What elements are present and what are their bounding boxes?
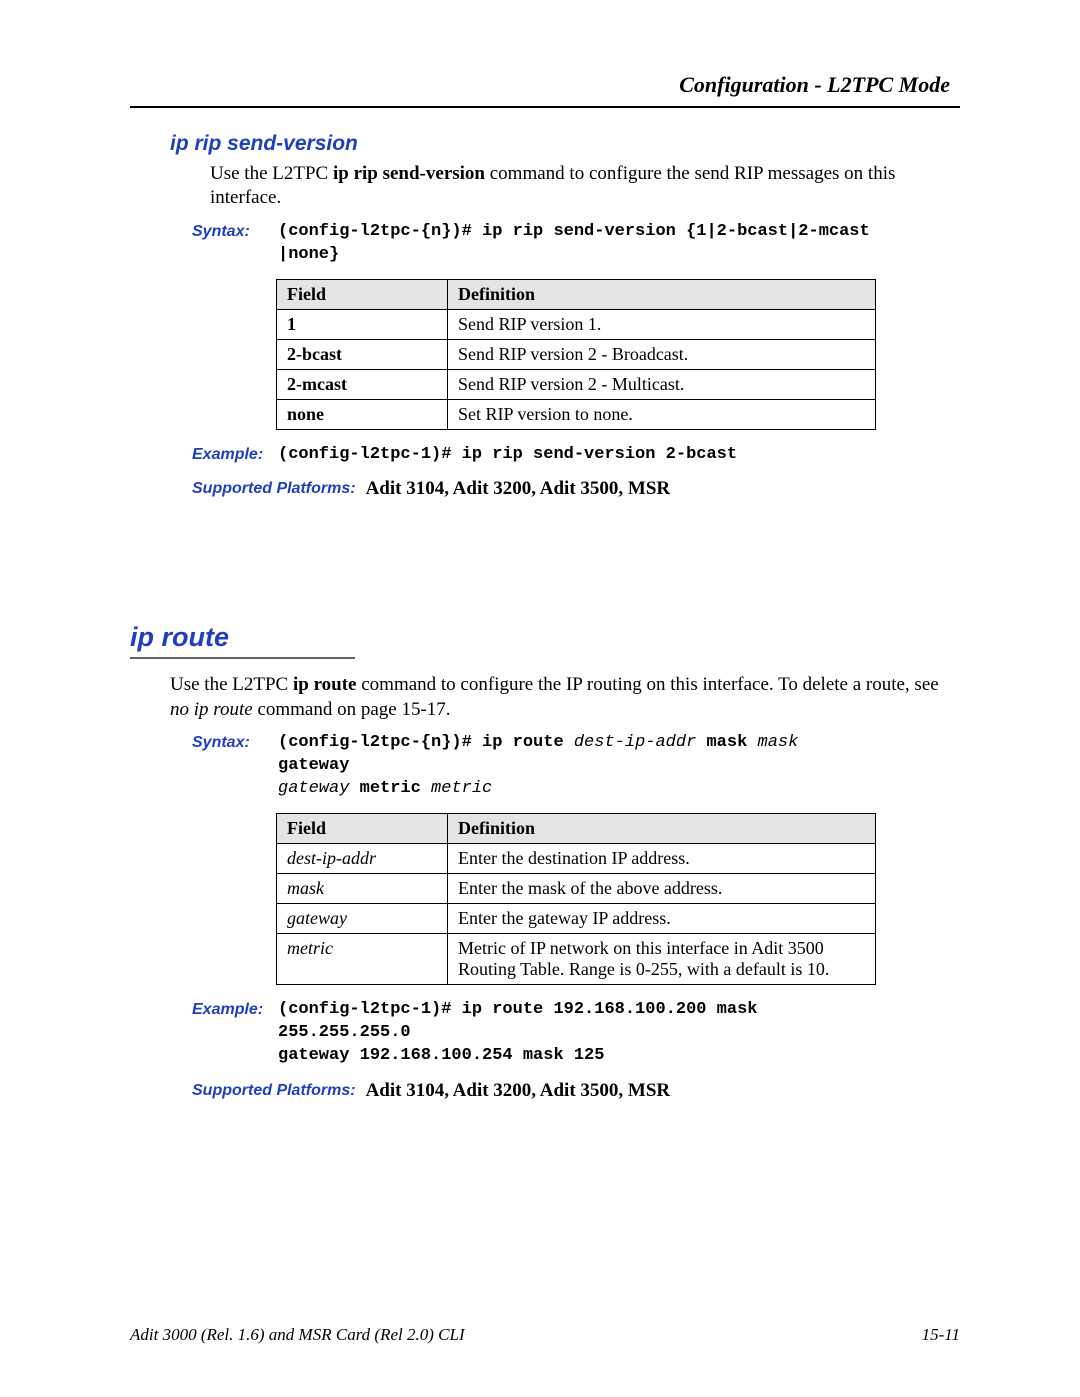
table-row: dest-ip-addr Enter the destination IP ad… — [277, 843, 876, 873]
platforms-value: Adit 3104, Adit 3200, Adit 3500, MSR — [366, 1080, 671, 1101]
cell-field: 2-bcast — [277, 339, 448, 369]
intro-prefix: Use the L2TPC — [170, 674, 293, 695]
cell-field: mask — [277, 873, 448, 903]
intro-command: ip rip send-version — [333, 163, 485, 184]
th-definition: Definition — [448, 813, 876, 843]
cell-def: Send RIP version 2 - Broadcast. — [448, 339, 876, 369]
cell-def: Set RIP version to none. — [448, 399, 876, 429]
syntax-value-2: (config-l2tpc-{n})# ip route dest-ip-add… — [278, 732, 878, 801]
page-footer: Adit 3000 (Rel. 1.6) and MSR Card (Rel 2… — [130, 1325, 960, 1345]
syntax-label: Syntax: — [192, 732, 274, 752]
example-label: Example: — [192, 444, 274, 464]
cell-def: Enter the destination IP address. — [448, 843, 876, 873]
syntax-line1: (config-l2tpc-{n})# ip rip send-version … — [278, 222, 870, 241]
example-value: (config-l2tpc-1)# ip rip send-version 2-… — [278, 444, 878, 467]
syntax-label: Syntax: — [192, 221, 274, 241]
cell-def: Enter the mask of the above address. — [448, 873, 876, 903]
intro-suffix: command on page 15-17. — [253, 699, 451, 720]
syntax-row-2: Syntax: (config-l2tpc-{n})# ip route des… — [192, 732, 960, 801]
header-rule — [130, 106, 960, 108]
s2p4: metric — [349, 779, 431, 798]
cell-field: 2-mcast — [277, 369, 448, 399]
table-row: 1 Send RIP version 1. — [277, 309, 876, 339]
th-field: Field — [277, 279, 448, 309]
ex2-l1: (config-l2tpc-1)# ip route 192.168.100.2… — [278, 1000, 768, 1042]
intro-mid: command to configure the IP routing on t… — [356, 674, 938, 695]
cell-field: none — [277, 399, 448, 429]
ex2-l2: gateway 192.168.100.254 mask 125 — [278, 1046, 604, 1065]
table-row: 2-mcast Send RIP version 2 - Multicast. — [277, 369, 876, 399]
s2p2: mask — [696, 733, 757, 752]
s2a4: metric — [431, 779, 492, 798]
example-row: Example: (config-l2tpc-1)# ip rip send-v… — [192, 444, 960, 467]
cell-field: gateway — [277, 903, 448, 933]
syntax-row: Syntax: (config-l2tpc-{n})# ip rip send-… — [192, 221, 960, 267]
platforms-value: Adit 3104, Adit 3200, Adit 3500, MSR — [366, 478, 671, 499]
cell-field: dest-ip-addr — [277, 843, 448, 873]
chapter-header: Configuration - L2TPC Mode — [130, 72, 950, 98]
section-underline — [130, 657, 355, 659]
cell-field: metric — [277, 933, 448, 984]
cell-def: Metric of IP network on this interface i… — [448, 933, 876, 984]
table-header-row: Field Definition — [277, 813, 876, 843]
table-header-row: Field Definition — [277, 279, 876, 309]
s2a2: mask — [758, 733, 799, 752]
section-ip-route: ip route Use the L2TPC ip route command … — [130, 622, 960, 1101]
definition-table-2: Field Definition dest-ip-addr Enter the … — [276, 813, 876, 985]
intro-text: Use the L2TPC ip rip send-version comman… — [210, 162, 960, 211]
syntax-value: (config-l2tpc-{n})# ip rip send-version … — [278, 221, 878, 267]
example-label: Example: — [192, 999, 274, 1019]
platforms-row: Supported Platforms: Adit 3104, Adit 320… — [192, 478, 960, 500]
intro-command: ip route — [293, 674, 357, 695]
cell-def: Send RIP version 1. — [448, 309, 876, 339]
cell-def: Send RIP version 2 - Multicast. — [448, 369, 876, 399]
example-value-2: (config-l2tpc-1)# ip route 192.168.100.2… — [278, 999, 878, 1068]
page: Configuration - L2TPC Mode ip rip send-v… — [0, 0, 1080, 1397]
syntax-line2: |none} — [278, 245, 339, 264]
table-row: 2-bcast Send RIP version 2 - Broadcast. — [277, 339, 876, 369]
section2-body: Use the L2TPC ip route command to config… — [170, 673, 960, 1101]
intro-text-2: Use the L2TPC ip route command to config… — [170, 673, 960, 722]
table-row: metric Metric of IP network on this inte… — [277, 933, 876, 984]
table-row: gateway Enter the gateway IP address. — [277, 903, 876, 933]
s2a1: dest-ip-addr — [574, 733, 696, 752]
platforms-label: Supported Platforms: — [192, 478, 356, 498]
platforms-label: Supported Platforms: — [192, 1080, 356, 1100]
section-ip-rip-send-version: ip rip send-version Use the L2TPC ip rip… — [170, 132, 960, 500]
th-field: Field — [277, 813, 448, 843]
cell-def: Enter the gateway IP address. — [448, 903, 876, 933]
subsection-title: ip rip send-version — [170, 132, 960, 156]
example-row-2: Example: (config-l2tpc-1)# ip route 192.… — [192, 999, 960, 1068]
intro-prefix: Use the L2TPC — [210, 163, 333, 184]
s2a3: gateway — [278, 779, 349, 798]
footer-left: Adit 3000 (Rel. 1.6) and MSR Card (Rel 2… — [130, 1325, 465, 1345]
table-row: none Set RIP version to none. — [277, 399, 876, 429]
platforms-row-2: Supported Platforms: Adit 3104, Adit 320… — [192, 1080, 960, 1102]
cell-field: 1 — [277, 309, 448, 339]
definition-table-1: Field Definition 1 Send RIP version 1. 2… — [276, 279, 876, 430]
footer-right: 15-11 — [922, 1325, 960, 1345]
table-row: mask Enter the mask of the above address… — [277, 873, 876, 903]
th-definition: Definition — [448, 279, 876, 309]
intro-noip: no ip route — [170, 699, 253, 720]
section-title: ip route — [130, 622, 960, 653]
s2p1: (config-l2tpc-{n})# ip route — [278, 733, 574, 752]
section-spacer — [130, 512, 960, 622]
